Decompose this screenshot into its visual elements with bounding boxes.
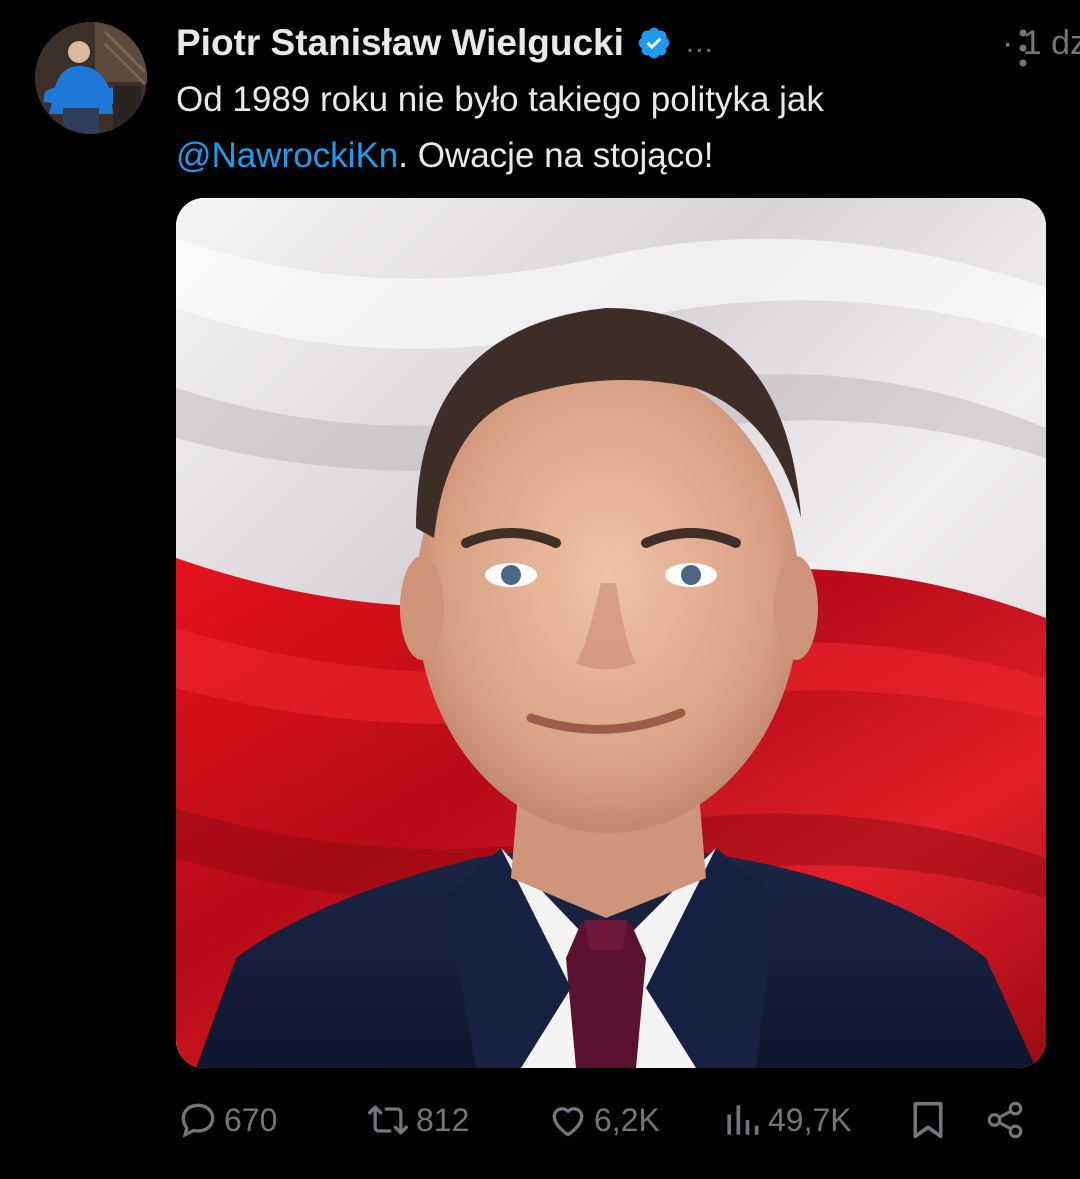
repost-button[interactable]: 812 [364,1090,469,1150]
author-avatar[interactable] [35,22,147,134]
mention-link[interactable]: @NawrockiKn [176,136,398,175]
author-name[interactable]: Piotr Stanisław Wielgucki [176,22,624,64]
views-chart-icon [720,1098,764,1142]
bookmark-icon [908,1098,948,1142]
portrait-photo-icon [176,198,1046,1068]
tweet-text-start: Od 1989 roku nie było takiego polityka j… [176,80,824,119]
tweet[interactable]: Piotr Stanisław Wielgucki ... · 1 dzień … [0,0,1080,1179]
more-options-icon[interactable] [1008,26,1038,70]
reply-icon [176,1098,220,1142]
reply-button[interactable]: 670 [176,1090,277,1150]
like-count: 6,2K [594,1101,660,1138]
tweet-text-end: . Owacje na stojąco! [398,136,714,175]
repost-icon [364,1098,412,1142]
views-count: 49,7K [768,1101,852,1138]
heart-icon [546,1098,590,1142]
share-button[interactable] [984,1090,1026,1150]
tweet-header: Piotr Stanisław Wielgucki ... · 1 dzień [176,16,1080,70]
bookmark-button[interactable] [908,1090,948,1150]
tweet-media-image[interactable] [176,198,1046,1068]
reply-count: 670 [224,1101,278,1138]
user-avatar-icon [35,22,147,134]
share-icon [984,1098,1026,1142]
repost-count: 812 [416,1101,470,1138]
author-handle-truncated[interactable]: ... [686,26,714,60]
verified-badge-icon [636,25,672,61]
views-button[interactable]: 49,7K [720,1090,852,1150]
tweet-text: Od 1989 roku nie było takiego polityka j… [176,72,1036,184]
like-button[interactable]: 6,2K [546,1090,660,1150]
tweet-actions: 670 812 6,2K 49,7K [176,1090,1046,1150]
